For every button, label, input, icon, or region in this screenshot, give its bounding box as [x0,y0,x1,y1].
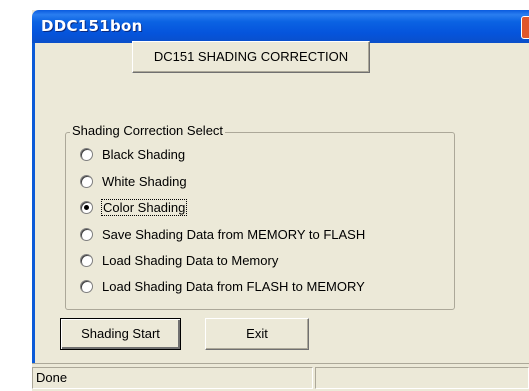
heading-button-label: DC151 SHADING CORRECTION [153,49,349,64]
radio-label: Black Shading [102,146,186,162]
radio-load-to-memory[interactable]: Load Shading Data to Memory [80,250,278,270]
radio-color-shading[interactable]: Color Shading [80,197,188,217]
radio-load-flash-to-memory[interactable]: Load Shading Data from FLASH to MEMORY [80,276,365,296]
radio-save-memory-to-flash[interactable]: Save Shading Data from MEMORY to FLASH [80,224,365,244]
radio-black-shading[interactable]: Black Shading [80,144,185,164]
exit-button[interactable]: Exit [205,318,309,350]
radio-indicator[interactable] [80,227,93,241]
window-title: DDC151bon [41,17,143,35]
radio-indicator[interactable] [80,147,93,161]
shading-group-legend: Shading Correction Select [70,123,226,138]
radio-indicator[interactable] [80,174,93,188]
app-window: DDC151bon DC151 SHADING CORRECTION Shadi… [32,10,529,391]
radio-indicator[interactable] [80,253,93,267]
status-bar: Done [32,363,529,391]
heading-button[interactable]: DC151 SHADING CORRECTION [132,41,370,73]
radio-indicator-checked[interactable] [80,200,93,214]
close-button[interactable] [521,16,529,39]
radio-white-shading[interactable]: White Shading [80,171,187,191]
status-pane-secondary [315,367,529,389]
status-pane-text: Done [32,367,313,389]
radio-indicator[interactable] [80,279,93,293]
radio-label: Save Shading Data from MEMORY to FLASH [102,226,366,242]
radio-label: Color Shading [100,198,188,216]
radio-label: White Shading [102,173,187,189]
radio-label: Load Shading Data to Memory [102,252,279,268]
radio-label: Load Shading Data from FLASH to MEMORY [102,278,365,294]
window-frame [32,43,35,391]
shading-start-button[interactable]: Shading Start [60,318,181,350]
title-bar[interactable]: DDC151bon [32,10,529,43]
